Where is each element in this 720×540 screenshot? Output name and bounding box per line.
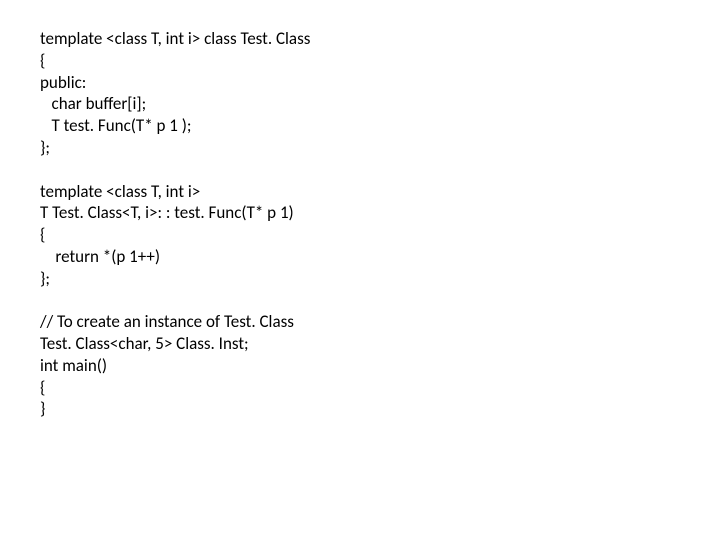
code-block-class-decl: template <class T, int i> class Test. Cl… (40, 28, 720, 159)
code-block-main: // To create an instance of Test. Class … (40, 311, 720, 420)
code-slide: template <class T, int i> class Test. Cl… (0, 0, 720, 420)
code-block-func-def: template <class T, int i> T Test. Class<… (40, 181, 720, 290)
